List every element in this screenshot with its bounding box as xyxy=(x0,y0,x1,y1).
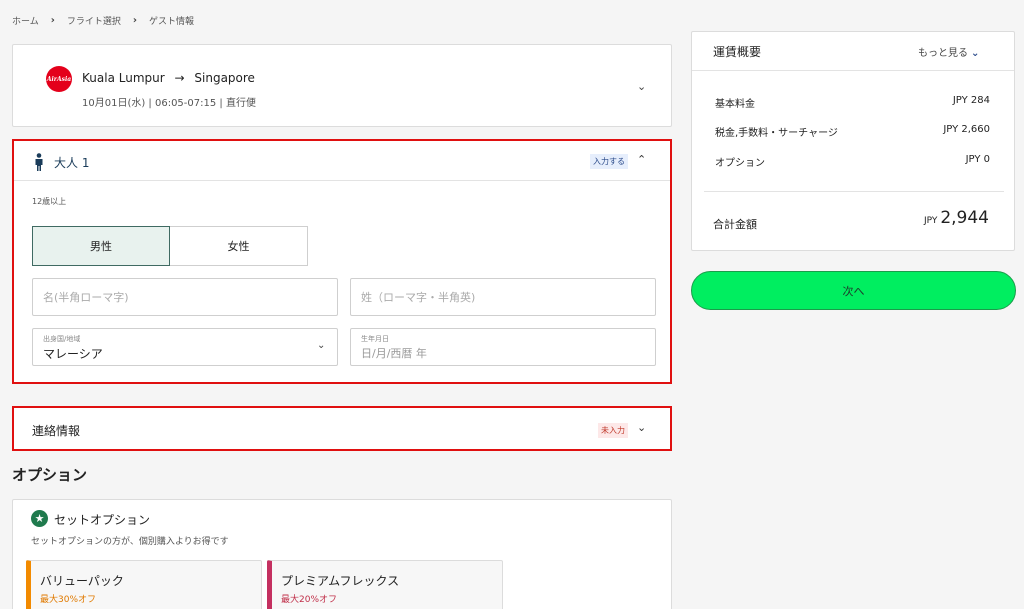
person-icon xyxy=(35,153,43,171)
show-more-label: もっと見る xyxy=(918,48,968,59)
family-name-input[interactable]: 姓（ローマ字・半角英) xyxy=(350,278,656,316)
arrow-right-icon: → xyxy=(174,71,185,85)
male-button[interactable]: 男性 xyxy=(32,226,170,266)
country-select[interactable]: 出身国/地域 マレーシア ⌄ xyxy=(32,328,338,366)
contact-info-card[interactable]: 連絡情報 未入力 ⌄ xyxy=(12,406,672,451)
chevron-right-icon: › xyxy=(132,15,137,26)
set-options-title: セットオプション xyxy=(54,513,151,527)
total-value: 2,944 xyxy=(940,208,989,228)
fare-label: 税金,手数料・サーチャージ xyxy=(715,128,838,139)
breadcrumb-flight-select[interactable]: フライト選択 xyxy=(67,14,121,27)
next-button[interactable]: 次へ xyxy=(691,271,1016,310)
flight-summary-card[interactable]: AirAsia Kuala Lumpur → Singapore 10月01日(… xyxy=(12,44,672,127)
breadcrumb-guest-info: ゲスト情報 xyxy=(149,17,195,27)
origin-city: Kuala Lumpur xyxy=(82,71,165,85)
total-label: 合計金額 xyxy=(713,218,757,231)
star-icon: ★ xyxy=(31,510,48,527)
pack-discount: 最大30%オフ xyxy=(40,595,97,605)
pack-name: プレミアムフレックス xyxy=(281,574,400,588)
chevron-up-icon[interactable]: ⌃ xyxy=(637,153,646,166)
age-note: 12歳以上 xyxy=(32,197,67,206)
fare-row-base: 基本料金 JPY 284 xyxy=(715,95,990,110)
flight-route: Kuala Lumpur → Singapore xyxy=(82,71,255,85)
chevron-down-icon[interactable]: ⌄ xyxy=(637,80,646,93)
guest-title: 大人 1 xyxy=(54,156,90,170)
dob-placeholder: 日/月/西暦 年 xyxy=(361,347,427,360)
female-button[interactable]: 女性 xyxy=(170,226,308,266)
pack-name: バリューパック xyxy=(40,574,124,588)
fare-amount: JPY 284 xyxy=(952,95,990,106)
breadcrumb-home[interactable]: ホーム xyxy=(12,14,39,27)
pack-discount: 最大20%オフ xyxy=(281,595,338,605)
options-heading: オプション xyxy=(12,466,88,484)
fare-label: オプション xyxy=(715,158,765,169)
fare-amount: JPY 2,660 xyxy=(943,124,990,135)
contact-title: 連絡情報 xyxy=(32,424,81,438)
chevron-down-icon: ⌄ xyxy=(971,48,980,59)
gender-toggle: 男性 女性 xyxy=(32,226,308,266)
fare-header: 運賃概要 もっと見る ⌄ xyxy=(692,32,1014,71)
fare-row-taxes: 税金,手数料・サーチャージ JPY 2,660 xyxy=(715,124,990,139)
airasia-logo: AirAsia xyxy=(46,66,72,92)
show-more-link[interactable]: もっと見る ⌄ xyxy=(918,44,979,59)
guest-info-card: 大人 1 入力する ⌃ 12歳以上 男性 女性 名(半角ローマ字) 姓（ローマ字… xyxy=(12,139,672,384)
fare-amount: JPY 0 xyxy=(965,154,990,165)
fare-title: 運賃概要 xyxy=(713,45,762,59)
chevron-down-icon[interactable]: ⌄ xyxy=(637,421,646,434)
dob-label: 生年月日 xyxy=(361,335,389,343)
status-badge: 未入力 xyxy=(598,423,628,438)
status-badge: 入力する xyxy=(590,154,628,169)
set-options-description: セットオプションの方が、個別購入よりお得です xyxy=(31,537,229,547)
divider xyxy=(704,191,1004,192)
fare-label: 基本料金 xyxy=(715,99,755,110)
total-currency: JPY xyxy=(923,216,938,226)
value-pack-card[interactable]: バリューパック 最大30%オフ xyxy=(26,560,262,609)
set-options-card: ★ セットオプション セットオプションの方が、個別購入よりお得です バリューパッ… xyxy=(12,499,672,609)
breadcrumb: ホーム › フライト選択 › ゲスト情報 xyxy=(12,14,194,27)
total-amount: JPY 2,944 xyxy=(924,208,989,228)
date-of-birth-input[interactable]: 生年月日 日/月/西暦 年 xyxy=(350,328,656,366)
premium-flex-card[interactable]: プレミアムフレックス 最大20%オフ xyxy=(267,560,503,609)
chevron-down-icon: ⌄ xyxy=(317,340,326,351)
destination-city: Singapore xyxy=(194,71,255,85)
country-label: 出身国/地域 xyxy=(43,335,81,343)
country-value: マレーシア xyxy=(43,347,103,361)
chevron-right-icon: › xyxy=(50,15,55,26)
fare-row-options: オプション JPY 0 xyxy=(715,154,990,169)
guest-header[interactable]: 大人 1 入力する ⌃ xyxy=(14,141,670,181)
given-name-input[interactable]: 名(半角ローマ字) xyxy=(32,278,338,316)
flight-details: 10月01日(水) | 06:05-07:15 | 直行便 xyxy=(82,98,256,109)
fare-summary-card: 運賃概要 もっと見る ⌄ 基本料金 JPY 284 税金,手数料・サーチャージ J… xyxy=(691,31,1015,251)
